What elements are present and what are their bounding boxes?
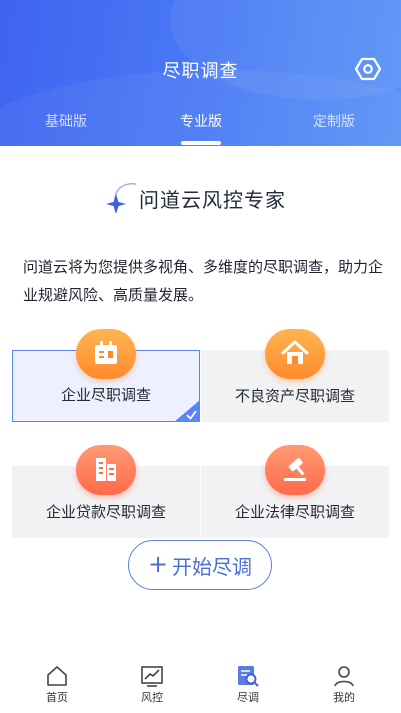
bottom-nav: 首页 风控 尽调 我的 xyxy=(0,655,401,713)
service-label: 企业尽职调查 xyxy=(60,386,151,404)
plus-icon: + xyxy=(147,550,169,578)
calendar-icon-circle xyxy=(76,329,136,379)
selected-check-icon xyxy=(174,400,200,422)
user-icon xyxy=(334,666,354,687)
tab-basic[interactable]: 基础版 xyxy=(16,111,116,131)
nav-item-home[interactable]: 首页 xyxy=(7,655,107,713)
search-doc-icon xyxy=(238,666,259,687)
brand-name: 问道云风控专家 xyxy=(139,188,286,212)
nav-item-risk[interactable]: 风控 xyxy=(102,655,202,713)
gavel-icon xyxy=(284,458,306,481)
nav-label: 尽调 xyxy=(237,691,259,704)
home-icon xyxy=(47,666,67,686)
sparkle-logo-icon xyxy=(106,183,137,214)
brand-header: 问道云风控专家 xyxy=(102,178,322,222)
start-button-label: 开始尽调 xyxy=(172,554,253,579)
tab-custom[interactable]: 定制版 xyxy=(284,111,384,131)
start-due-diligence-button[interactable]: + 开始尽调 xyxy=(128,540,272,590)
nav-item-mine[interactable]: 我的 xyxy=(294,655,394,713)
chart-icon xyxy=(141,666,163,687)
gavel-icon-circle xyxy=(265,445,325,495)
nav-label: 我的 xyxy=(333,691,355,704)
settings-icon[interactable] xyxy=(355,57,381,81)
building-icon-circle xyxy=(76,445,136,495)
description-text: 问道云将为您提供多视角、多维度的尽职调查，助力企业规避风险、高质量发展。 xyxy=(23,258,384,304)
building-icon xyxy=(96,458,116,481)
service-label: 企业法律尽职调查 xyxy=(234,503,355,521)
nav-item-due-diligence[interactable]: 尽调 xyxy=(198,655,298,713)
house-icon-circle xyxy=(265,329,325,379)
nav-label: 风控 xyxy=(141,691,163,704)
header: 尽职调查 基础版 专业版 定制版 xyxy=(0,0,401,146)
page-title: 尽职调查 xyxy=(162,61,239,82)
calendar-icon xyxy=(95,341,117,364)
service-label: 企业贷款尽职调查 xyxy=(45,503,166,521)
active-tab-indicator xyxy=(181,141,221,145)
tab-professional[interactable]: 专业版 xyxy=(151,111,251,131)
house-icon xyxy=(281,340,309,364)
service-label: 不良资产尽职调查 xyxy=(234,387,355,405)
nav-label: 首页 xyxy=(46,691,68,704)
